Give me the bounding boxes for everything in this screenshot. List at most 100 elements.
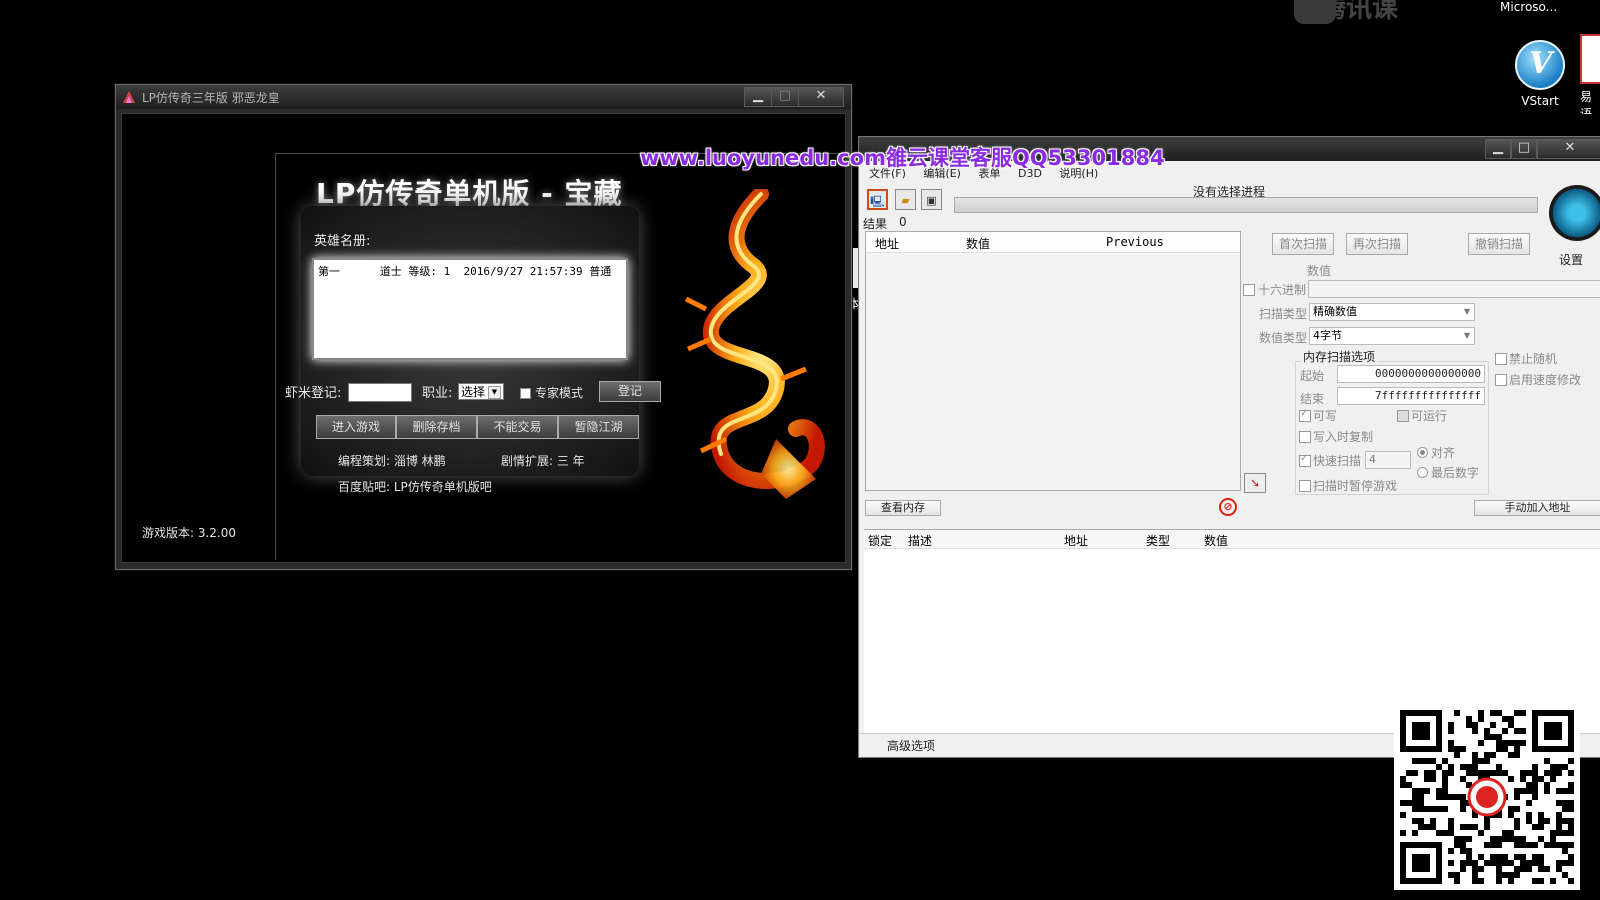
- stop-address-input[interactable]: 7fffffffffffffff: [1337, 387, 1485, 405]
- qr-code: [1394, 704, 1580, 890]
- no-trade-button[interactable]: 不能交易: [477, 415, 558, 439]
- executable-label: 可运行: [1411, 409, 1448, 423]
- baidu-tieba-text: 百度贴吧: LP仿传奇单机版吧: [338, 480, 492, 494]
- column-type[interactable]: 类型: [1146, 532, 1170, 549]
- expert-mode-checkbox[interactable]: [520, 388, 531, 399]
- qr-code-icon: [1400, 710, 1574, 884]
- save-button[interactable]: ▣: [921, 189, 942, 210]
- writable-label: 可写: [1313, 409, 1338, 423]
- pointer-arrow-button[interactable]: ➘: [1244, 473, 1266, 493]
- last-digits-label: 最后数字: [1431, 466, 1480, 480]
- stop-label: 结束: [1300, 392, 1325, 406]
- start-address-input[interactable]: 0000000000000000: [1337, 365, 1485, 383]
- advanced-options-label[interactable]: 高级选项: [887, 737, 935, 754]
- list-item[interactable]: 第一 道士 等级: 1 2016/9/27 21:57:39 普通: [318, 263, 622, 279]
- writable-checkbox[interactable]: [1299, 408, 1311, 422]
- column-address[interactable]: 地址: [875, 235, 899, 252]
- first-scan-button[interactable]: 首次扫描: [1272, 233, 1334, 255]
- pause-game-label: 扫描时暂停游戏: [1313, 479, 1398, 493]
- add-address-manually-button[interactable]: 手动加入地址: [1474, 500, 1600, 516]
- column-value[interactable]: 数值: [966, 235, 990, 252]
- found-address-list[interactable]: 地址 数值 Previous: [865, 231, 1241, 491]
- value-label: 数值: [1307, 264, 1332, 278]
- column-value[interactable]: 数值: [1204, 532, 1228, 549]
- value-type-value: 4字节: [1313, 329, 1342, 342]
- app-icon: [123, 91, 135, 103]
- credits-story: 剧情扩展: 三 年: [501, 454, 585, 468]
- select-process-button[interactable]: 🖳: [867, 189, 888, 210]
- value-input[interactable]: [1308, 280, 1600, 298]
- class-select[interactable]: 选择 ▼: [458, 383, 504, 400]
- settings-label[interactable]: 设置: [1559, 251, 1583, 268]
- credits-planner: 编程策划: 淄博 林鹏: [338, 454, 446, 468]
- speedhack-checkbox[interactable]: [1495, 374, 1507, 386]
- game-version: 游戏版本: 3.2.00: [142, 526, 237, 540]
- cloud-logo-icon: [1294, 0, 1336, 24]
- fast-scan-input[interactable]: 4: [1365, 451, 1411, 469]
- column-active[interactable]: 锁定: [868, 532, 892, 549]
- minimize-button[interactable]: ▁: [744, 87, 772, 107]
- minimize-button[interactable]: ▁: [1485, 139, 1511, 159]
- fast-scan-label: 快速扫描: [1313, 454, 1362, 468]
- column-previous[interactable]: Previous: [1106, 235, 1164, 249]
- last-digits-radio[interactable]: [1417, 467, 1428, 478]
- list-header: 地址 数值 Previous: [866, 232, 1240, 253]
- memory-scan-options-label: 内存扫描选项: [1301, 348, 1378, 365]
- speedhack-label: 启用速度修改: [1509, 373, 1582, 387]
- maximize-button[interactable]: □: [771, 87, 799, 107]
- register-input[interactable]: [348, 383, 412, 402]
- game-titlebar[interactable]: LP仿传奇三年版 邪恶龙皇 ▁ □ ✕: [116, 85, 851, 109]
- scan-type-select[interactable]: 精确数值 ▼: [1309, 303, 1475, 321]
- desktop-icon-vstart[interactable]: V VStart: [1510, 40, 1570, 108]
- hex-label: 十六进制: [1258, 283, 1307, 297]
- desktop-icon-label: 易语: [1580, 90, 1593, 114]
- fire-dragon-icon: [684, 189, 825, 499]
- fast-scan-checkbox[interactable]: [1299, 453, 1311, 467]
- class-selected-value: 选择: [461, 385, 486, 399]
- register-button[interactable]: 登记: [599, 381, 661, 402]
- class-label: 职业:: [422, 386, 453, 401]
- cheat-table-header: 锁定 描述 地址 类型 数值: [864, 530, 1600, 549]
- enter-game-button[interactable]: 进入游戏: [316, 415, 396, 439]
- undo-scan-button[interactable]: 撤销扫描: [1468, 233, 1530, 255]
- copy-on-write-checkbox[interactable]: [1299, 431, 1311, 443]
- hero-roster-list[interactable]: 第一 道士 等级: 1 2016/9/27 21:57:39 普通: [312, 258, 628, 360]
- value-type-label: 数值类型: [1259, 331, 1308, 345]
- next-scan-button[interactable]: 再次扫描: [1346, 233, 1408, 255]
- expert-mode-label: 专家模式: [535, 386, 584, 400]
- hero-roster-label: 英雄名册:: [314, 234, 371, 249]
- no-random-label: 禁止随机: [1509, 352, 1558, 366]
- watermark-text: www.luoyunedu.com雒云课堂客服QQ53301884: [640, 146, 1165, 170]
- executable-checkbox[interactable]: [1397, 410, 1409, 422]
- delete-save-button[interactable]: 删除存档: [396, 415, 477, 439]
- floppy-icon: ▣: [926, 194, 937, 207]
- no-entry-icon[interactable]: ⊘: [1219, 498, 1237, 516]
- pause-game-checkbox[interactable]: [1299, 480, 1311, 492]
- folder-open-icon: ▰: [901, 194, 910, 207]
- desktop-icon-easylang[interactable]: 易语: [1580, 34, 1600, 114]
- close-button[interactable]: ✕: [798, 87, 844, 107]
- column-address[interactable]: 地址: [1064, 532, 1088, 549]
- chevron-down-icon: ▼: [1463, 331, 1470, 340]
- open-file-button[interactable]: ▰: [895, 189, 916, 210]
- taskbar-app-fragment: Microso...: [1500, 0, 1558, 14]
- alignment-radio[interactable]: [1417, 447, 1428, 458]
- close-button[interactable]: ✕: [1537, 139, 1600, 159]
- scan-progress-bar: [954, 197, 1538, 213]
- no-random-checkbox[interactable]: [1495, 353, 1507, 365]
- cheat-engine-window[interactable]: ▁ □ ✕ 文件(F) 编辑(E) 表单 D3D 说明(H) 🖳 ▰ ▣ 没有选…: [858, 136, 1600, 758]
- results-count: 0: [899, 215, 907, 229]
- game-main-panel: LP仿传奇单机版 - 宝藏 英雄名册: 第一 道士 等级: 1 2016/9/2…: [275, 153, 843, 560]
- value-type-select[interactable]: 4字节 ▼: [1309, 327, 1475, 345]
- hex-checkbox[interactable]: [1243, 284, 1255, 296]
- view-memory-button[interactable]: 查看内存: [865, 500, 941, 516]
- vstart-icon: V: [1515, 40, 1565, 90]
- maximize-button[interactable]: □: [1511, 139, 1537, 159]
- desktop-icon-label: VStart: [1521, 94, 1559, 108]
- column-description[interactable]: 描述: [908, 532, 932, 549]
- hide-button[interactable]: 暂隐江湖: [558, 415, 639, 439]
- register-label: 虾米登记:: [285, 386, 342, 401]
- copy-on-write-label: 写入时复制: [1313, 430, 1374, 444]
- results-label: 结果: [863, 217, 888, 231]
- ce-logo-icon[interactable]: [1549, 185, 1600, 241]
